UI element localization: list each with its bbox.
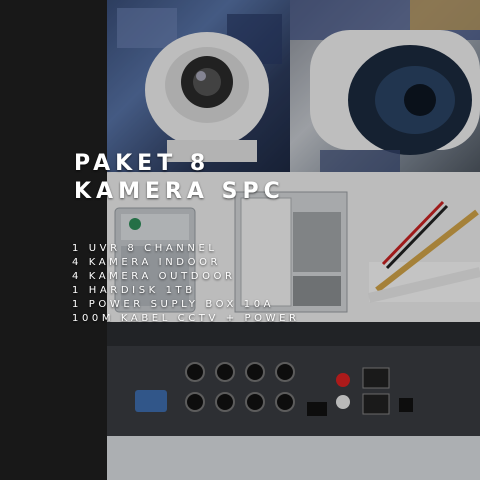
dome-camera-photo <box>107 0 290 172</box>
list-item: 4 KAMERA INDOOR <box>72 257 222 268</box>
list-item: 1 UVR 8 CHANNEL <box>72 243 218 254</box>
dvr-back-panel-photo <box>107 322 480 480</box>
list-item: 1 HARDISK 1TB <box>72 285 196 296</box>
title-line-1: PAKET 8 <box>74 151 211 176</box>
package-title: PAKET 8 KAMERA SPC <box>74 150 285 206</box>
bullet-camera-photo <box>290 0 480 172</box>
list-item: 1 POWER SUPLY BOX 10A <box>72 299 275 310</box>
package-contents-list: 1 UVR 8 CHANNEL 4 KAMERA INDOOR 4 KAMERA… <box>72 242 300 326</box>
left-dark-panel <box>0 0 107 480</box>
list-item: 100M KABEL CCTV + POWER <box>72 313 300 324</box>
title-line-2: KAMERA SPC <box>74 179 285 204</box>
list-item: 4 KAMERA OUTDOOR <box>72 271 236 282</box>
